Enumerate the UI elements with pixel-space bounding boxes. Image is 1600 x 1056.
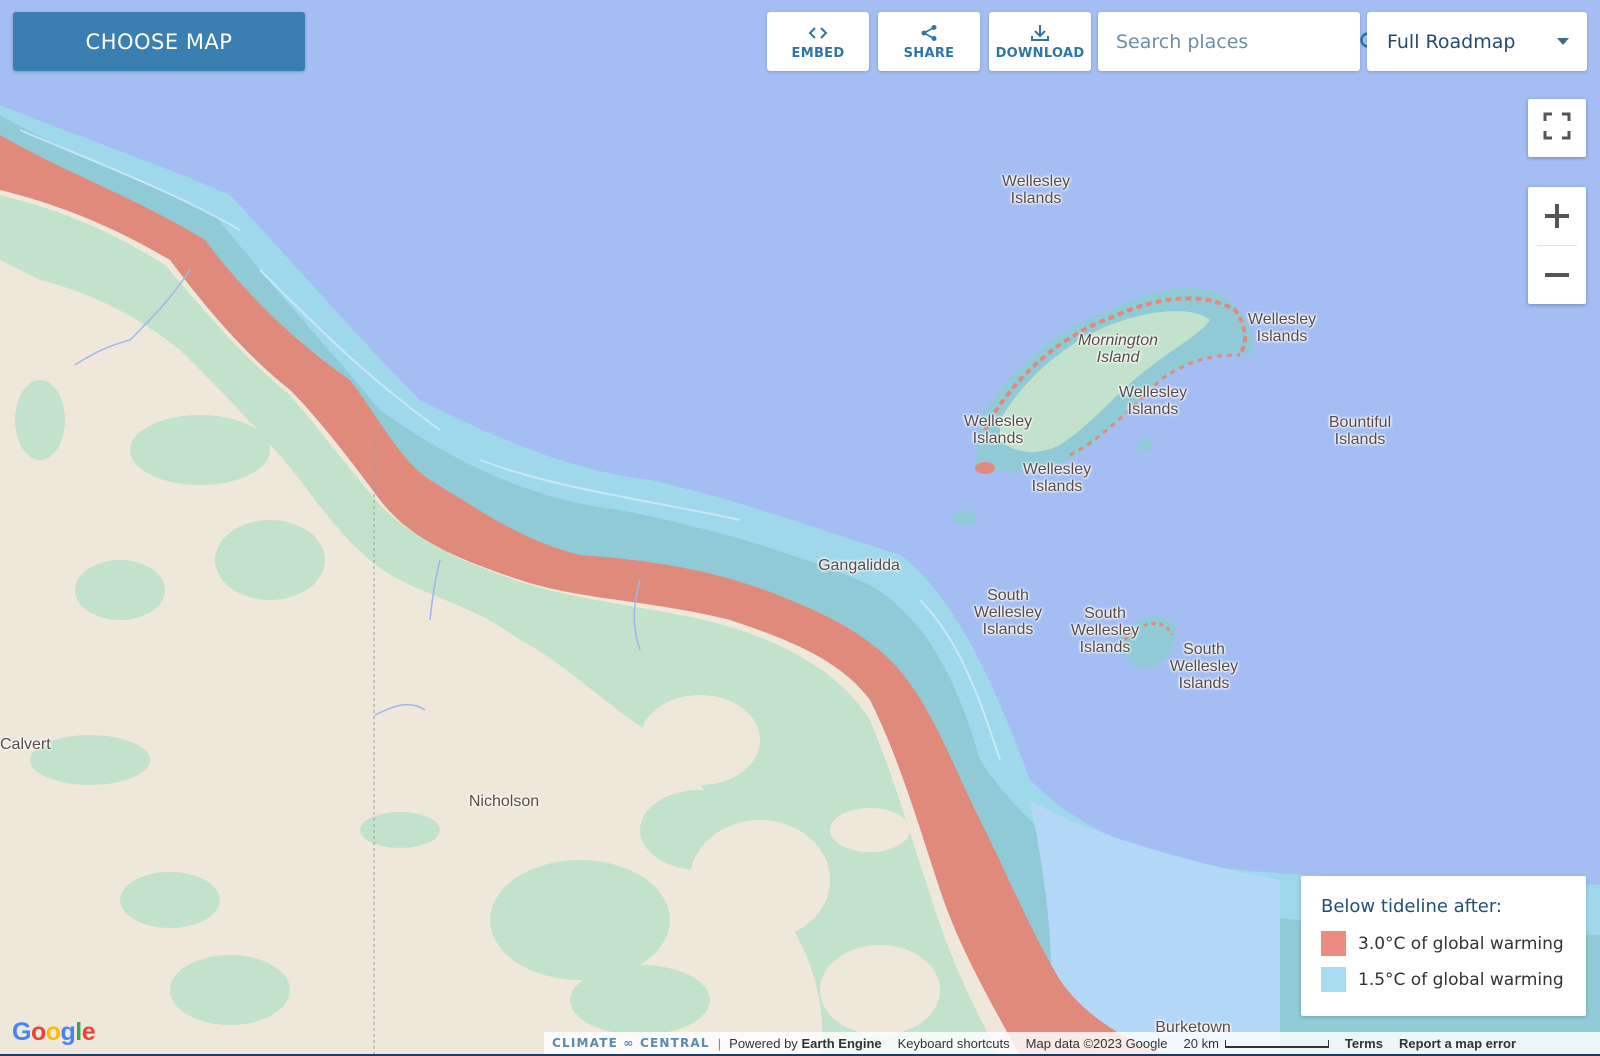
label-wellesley-islands-ne: Wellesley Islands <box>1247 311 1317 345</box>
legend-item-15c: 1.5°C of global warming <box>1321 967 1566 992</box>
legend-title: Below tideline after: <box>1321 896 1502 917</box>
legend-panel: Below tideline after: 3.0°C of global wa… <box>1301 876 1586 1016</box>
attribution-bar: CLIMATE ∞ CENTRAL | Powered by Earth Eng… <box>544 1032 1600 1054</box>
label-wellesley-islands-center: Wellesley Islands <box>1118 384 1188 418</box>
search-input[interactable] <box>1098 12 1359 71</box>
report-map-error-link[interactable]: Report a map error <box>1391 1036 1524 1051</box>
label-wellesley-islands-top: Wellesley Islands <box>1001 173 1071 207</box>
legend-label-15c: 1.5°C of global warming <box>1358 969 1564 990</box>
embed-label: EMBED <box>791 46 845 61</box>
label-bountiful-islands: Bountiful Islands <box>1328 414 1392 448</box>
label-calvert: Calvert <box>0 736 51 753</box>
zoom-in-button[interactable] <box>1528 187 1586 245</box>
google-logo: Google <box>12 1018 96 1046</box>
legend-label-3c: 3.0°C of global warming <box>1358 933 1564 954</box>
label-wellesley-islands-west: Wellesley Islands <box>963 413 1033 447</box>
download-button[interactable]: DOWNLOAD <box>989 12 1091 71</box>
search-bar <box>1098 12 1381 71</box>
label-gangalidda: Gangalidda <box>818 557 900 574</box>
choose-map-button[interactable]: CHOOSE MAP <box>13 12 305 71</box>
chevron-down-icon <box>1557 38 1569 45</box>
zoom-controls <box>1528 187 1586 304</box>
basemap-select[interactable]: Full Roadmap <box>1367 12 1587 71</box>
fullscreen-button[interactable] <box>1528 99 1586 157</box>
share-label: SHARE <box>903 46 955 61</box>
legend-swatch-15c <box>1321 967 1346 992</box>
climate-central-logo[interactable]: CLIMATE ∞ CENTRAL <box>544 1036 718 1050</box>
code-icon <box>808 22 828 44</box>
keyboard-shortcuts-link[interactable]: Keyboard shortcuts <box>890 1036 1018 1051</box>
scale-indicator[interactable]: 20 km <box>1176 1036 1337 1051</box>
label-nicholson: Nicholson <box>468 793 540 810</box>
download-label: DOWNLOAD <box>995 46 1085 61</box>
label-south-wellesley-2: South Wellesley Islands <box>1070 605 1140 656</box>
share-button[interactable]: SHARE <box>878 12 980 71</box>
map-data-text: Map data ©2023 Google <box>1025 1035 1168 1051</box>
minus-icon <box>1545 273 1569 277</box>
label-mornington-island: Mornington Island <box>1077 332 1159 366</box>
label-wellesley-islands-south: Wellesley Islands <box>1022 461 1092 495</box>
powered-by: Powered by Earth Engine <box>729 1035 882 1051</box>
label-south-wellesley-3: South Wellesley Islands <box>1169 641 1239 692</box>
legend-item-3c: 3.0°C of global warming <box>1321 931 1566 956</box>
legend-swatch-3c <box>1321 931 1346 956</box>
zoom-out-button[interactable] <box>1528 246 1586 304</box>
plus-icon <box>1545 204 1569 228</box>
fullscreen-icon <box>1543 112 1571 144</box>
share-icon <box>920 22 938 44</box>
terms-link[interactable]: Terms <box>1337 1036 1391 1051</box>
label-south-wellesley-1: South Wellesley Islands <box>973 587 1043 638</box>
basemap-selected-value: Full Roadmap <box>1387 30 1516 53</box>
scale-bar <box>1224 1040 1329 1049</box>
embed-button[interactable]: EMBED <box>767 12 869 71</box>
earth-engine-link[interactable]: Earth Engine <box>801 1036 881 1051</box>
download-icon <box>1030 22 1050 44</box>
